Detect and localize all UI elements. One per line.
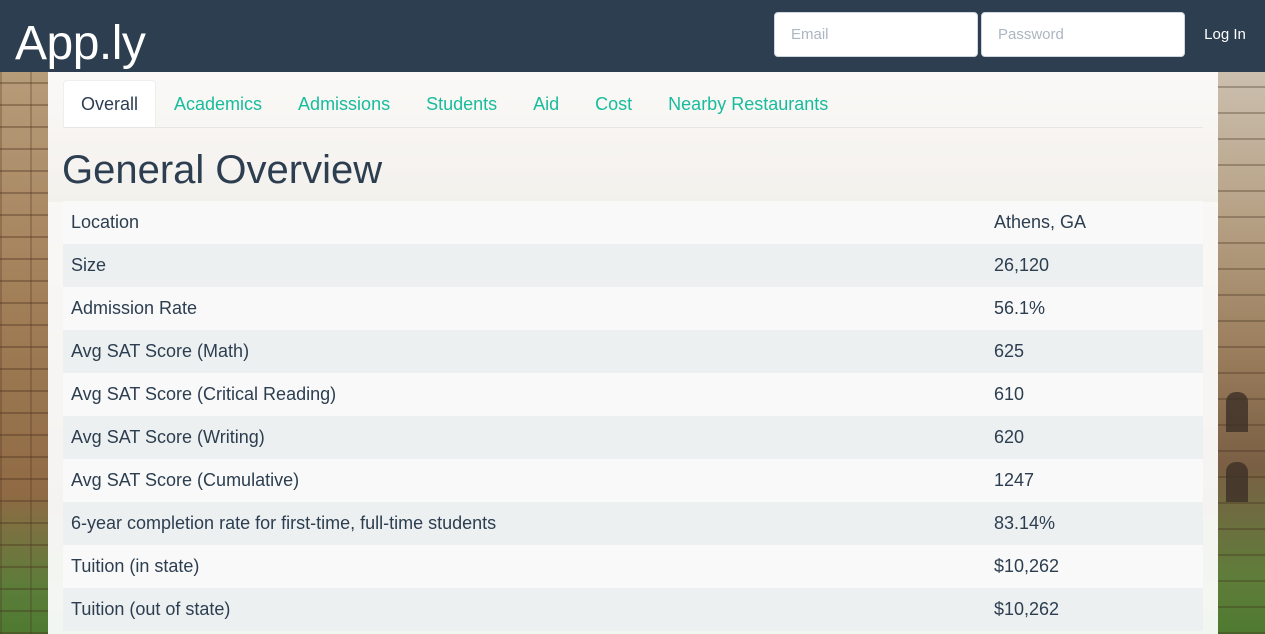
row-label: Location bbox=[63, 201, 986, 244]
row-label: 6-year completion rate for first-time, f… bbox=[63, 502, 986, 545]
overview-table: Location Athens, GA Size 26,120 Admissio… bbox=[63, 201, 1203, 631]
row-value: Athens, GA bbox=[986, 201, 1203, 244]
tab-nearby-restaurants[interactable]: Nearby Restaurants bbox=[650, 80, 846, 127]
table-row: Avg SAT Score (Math) 625 bbox=[63, 330, 1203, 373]
campus-background-left bbox=[0, 72, 48, 634]
row-value: 1247 bbox=[986, 459, 1203, 502]
email-input[interactable] bbox=[774, 12, 978, 57]
row-value: $10,262 bbox=[986, 545, 1203, 588]
login-button[interactable]: Log In bbox=[1192, 12, 1258, 57]
window-shape bbox=[1226, 392, 1248, 432]
row-label: Tuition (in state) bbox=[63, 545, 986, 588]
window-shape bbox=[1226, 462, 1248, 502]
table-row: Size 26,120 bbox=[63, 244, 1203, 287]
table-row: Tuition (out of state) $10,262 bbox=[63, 588, 1203, 631]
row-label: Size bbox=[63, 244, 986, 287]
tab-aid[interactable]: Aid bbox=[515, 80, 577, 127]
section-tabs: Overall Academics Admissions Students Ai… bbox=[63, 80, 1203, 128]
tab-academics[interactable]: Academics bbox=[156, 80, 280, 127]
campus-background-right bbox=[1218, 72, 1265, 634]
row-value: 620 bbox=[986, 416, 1203, 459]
row-label: Avg SAT Score (Math) bbox=[63, 330, 986, 373]
page-title: General Overview bbox=[62, 148, 383, 192]
brand-logo[interactable]: App.ly bbox=[15, 14, 146, 74]
password-input[interactable] bbox=[981, 12, 1185, 57]
tab-overall[interactable]: Overall bbox=[63, 80, 157, 127]
tab-cost[interactable]: Cost bbox=[577, 80, 650, 127]
row-value: 26,120 bbox=[986, 244, 1203, 287]
table-row: Location Athens, GA bbox=[63, 201, 1203, 244]
row-value: 56.1% bbox=[986, 287, 1203, 330]
table-row: Avg SAT Score (Cumulative) 1247 bbox=[63, 459, 1203, 502]
table-row: Avg SAT Score (Critical Reading) 610 bbox=[63, 373, 1203, 416]
row-value: $10,262 bbox=[986, 588, 1203, 631]
tab-admissions[interactable]: Admissions bbox=[280, 80, 408, 127]
table-row: Avg SAT Score (Writing) 620 bbox=[63, 416, 1203, 459]
row-value: 625 bbox=[986, 330, 1203, 373]
main-panel: Overall Academics Admissions Students Ai… bbox=[48, 72, 1218, 634]
table-row: Admission Rate 56.1% bbox=[63, 287, 1203, 330]
row-value: 83.14% bbox=[986, 502, 1203, 545]
row-label: Tuition (out of state) bbox=[63, 588, 986, 631]
row-label: Admission Rate bbox=[63, 287, 986, 330]
tab-students[interactable]: Students bbox=[408, 80, 515, 127]
table-row: Tuition (in state) $10,262 bbox=[63, 545, 1203, 588]
top-navbar: App.ly Log In bbox=[0, 0, 1265, 72]
row-label: Avg SAT Score (Writing) bbox=[63, 416, 986, 459]
table-row: 6-year completion rate for first-time, f… bbox=[63, 502, 1203, 545]
row-value: 610 bbox=[986, 373, 1203, 416]
row-label: Avg SAT Score (Critical Reading) bbox=[63, 373, 986, 416]
row-label: Avg SAT Score (Cumulative) bbox=[63, 459, 986, 502]
